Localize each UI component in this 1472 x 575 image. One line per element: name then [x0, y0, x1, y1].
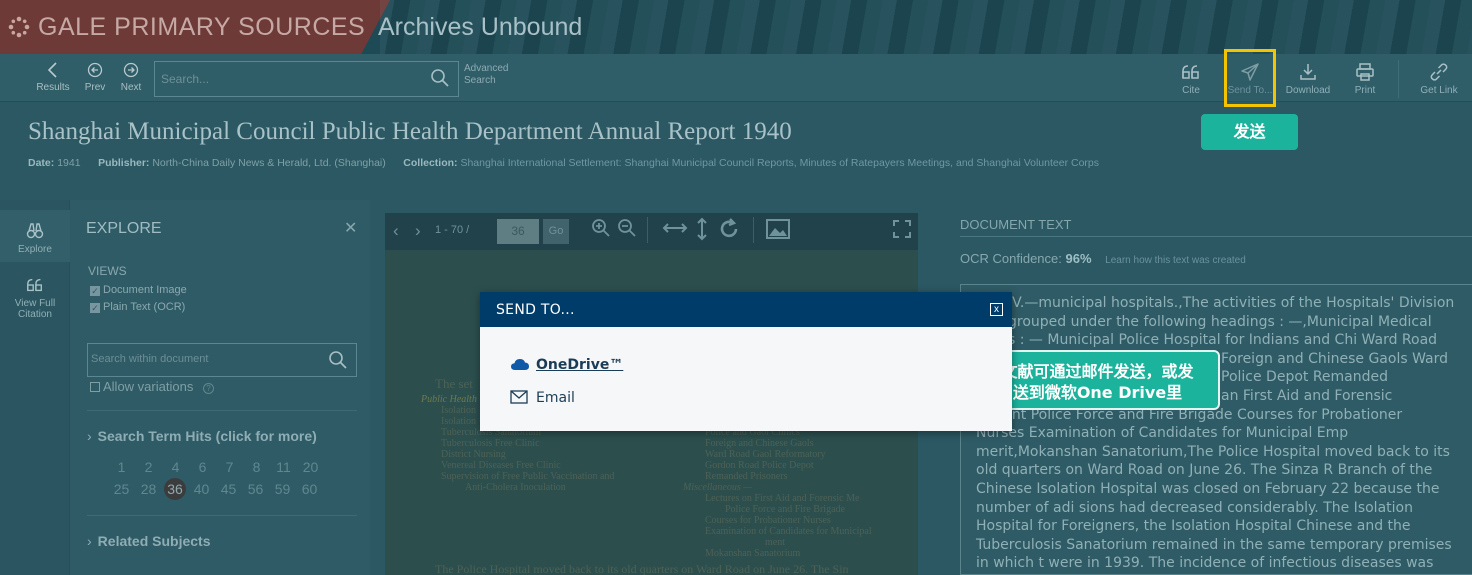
print-button[interactable]: Print — [1350, 62, 1380, 96]
page-number-input[interactable]: 36 — [497, 219, 539, 244]
checkbox-checked-icon: ✓ — [90, 286, 100, 296]
hit-page[interactable]: 7 — [216, 456, 243, 478]
page-range: 1 - 70 / — [435, 224, 470, 236]
dialog-header: SEND TO... x — [480, 292, 1012, 327]
hit-page[interactable]: 60 — [296, 478, 323, 500]
document-text-body: IV.—municipal hospitals.,The activities … — [976, 295, 1455, 572]
printer-icon — [1350, 62, 1380, 82]
product-name[interactable]: Archives Unbound — [378, 13, 582, 42]
prev-page-icon[interactable]: ‹ — [393, 221, 399, 241]
search-within-box — [87, 343, 357, 377]
hit-page[interactable]: 45 — [215, 478, 242, 500]
close-icon[interactable]: x — [990, 303, 1003, 316]
go-button[interactable]: Go — [543, 219, 569, 244]
document-text-heading: DOCUMENT TEXT — [960, 217, 1072, 232]
search-input[interactable] — [161, 69, 411, 89]
hit-page[interactable]: 2 — [135, 456, 162, 478]
hit-page[interactable]: 6 — [189, 456, 216, 478]
ocr-confidence: OCR Confidence: 96% Learn how this text … — [960, 251, 1246, 266]
send-annotation-badge: 发送 — [1201, 114, 1298, 150]
fit-height-icon[interactable] — [695, 217, 709, 246]
collection-link[interactable]: Shanghai International Settlement: Shang… — [460, 157, 1099, 169]
brand-bar: GALE PRIMARY SOURCES Archives Unbound — [0, 0, 1472, 54]
hit-page[interactable]: 20 — [297, 456, 324, 478]
search-term-hits-toggle[interactable]: › Search Term Hits (click for more) — [87, 428, 317, 444]
fit-width-icon[interactable] — [662, 218, 688, 243]
hit-page[interactable]: 11 — [270, 456, 297, 478]
views-label: VIEWS — [88, 264, 127, 278]
results-button[interactable]: Results — [34, 62, 72, 93]
prev-button[interactable]: Prev — [82, 62, 108, 93]
view-plain-text[interactable]: ✓ Plain Text (OCR) — [90, 301, 185, 313]
link-icon — [1416, 62, 1462, 82]
fullscreen-icon[interactable] — [893, 220, 911, 243]
cite-button[interactable]: Cite — [1176, 62, 1206, 96]
search-box — [154, 61, 459, 97]
onedrive-option[interactable]: OneDrive™ — [510, 357, 623, 375]
dialog-title: SEND TO... — [496, 302, 575, 318]
results-label: Results — [36, 82, 70, 93]
quote-icon — [1176, 62, 1206, 82]
dialog-body — [480, 327, 1012, 431]
chevron-left-icon — [34, 62, 72, 82]
explore-title: EXPLORE — [86, 220, 162, 237]
send-to-dialog: SEND TO... x OneDrive™ Email — [480, 292, 1012, 431]
next-label: Next — [120, 82, 142, 93]
get-link-button[interactable]: Get Link — [1416, 62, 1462, 96]
search-icon[interactable] — [328, 350, 348, 370]
download-icon — [1282, 62, 1334, 82]
ocr-info-link[interactable]: Learn how this text was created — [1105, 255, 1246, 266]
hit-page[interactable]: 4 — [162, 456, 189, 478]
binoculars-icon — [0, 222, 70, 244]
hit-page[interactable]: 25 — [108, 478, 135, 500]
allow-variations-checkbox[interactable]: Allow variations ? — [90, 379, 214, 394]
document-title: Shanghai Municipal Council Public Health… — [28, 118, 792, 145]
send-to-highlight — [1224, 49, 1276, 107]
search-hits-list: 1 2 4 6 7 8 11 20 25 28 36 40 45 56 59 60 — [108, 456, 348, 500]
close-icon[interactable]: ✕ — [344, 218, 357, 238]
hit-page-current[interactable]: 36 — [164, 478, 186, 500]
zoom-out-icon[interactable] — [617, 218, 637, 243]
document-metadata: Date: 1941 Publisher: North-China Daily … — [28, 157, 1100, 169]
download-button[interactable]: Download — [1282, 62, 1334, 96]
app-root: GALE PRIMARY SOURCES Archives Unbound Re… — [0, 0, 1472, 575]
hit-page[interactable]: 40 — [188, 478, 215, 500]
hit-page[interactable]: 56 — [242, 478, 269, 500]
next-arrow-icon — [117, 62, 145, 82]
hit-page[interactable]: 1 — [108, 456, 135, 478]
hit-page[interactable]: 59 — [269, 478, 296, 500]
chevron-right-icon: › — [87, 533, 92, 549]
hit-page[interactable]: 28 — [135, 478, 162, 500]
prev-label: Prev — [84, 82, 106, 93]
toolbar-divider — [1398, 60, 1399, 98]
explore-panel: EXPLORE ✕ VIEWS ✓ Document Image ✓ Plain T… — [70, 200, 370, 575]
help-icon[interactable]: ? — [202, 383, 214, 394]
image-icon[interactable] — [766, 219, 790, 244]
quote-icon — [0, 276, 70, 298]
brand-name[interactable]: GALE PRIMARY SOURCES — [38, 13, 365, 42]
advanced-search-link[interactable]: Advanced Search — [464, 63, 508, 87]
rail-explore[interactable]: Explore — [0, 210, 70, 262]
next-button[interactable]: Next — [117, 62, 145, 93]
view-document-image[interactable]: ✓ Document Image — [90, 284, 187, 296]
rotate-icon[interactable] — [717, 217, 741, 246]
rail-view-full-citation[interactable]: View Full Citation — [0, 272, 70, 328]
related-subjects-toggle[interactable]: › Related Subjects — [87, 533, 211, 549]
next-page-icon[interactable]: › — [415, 221, 421, 241]
hit-page[interactable]: 8 — [243, 456, 270, 478]
search-within-input[interactable] — [91, 353, 311, 365]
viewer-toolbar: ‹ › 1 - 70 / — [385, 213, 918, 250]
chevron-right-icon: › — [87, 428, 92, 444]
envelope-icon — [510, 390, 530, 408]
gale-logo-icon[interactable] — [6, 14, 32, 40]
search-icon[interactable] — [430, 68, 450, 88]
zoom-in-icon[interactable] — [591, 218, 611, 243]
cloud-icon — [510, 357, 530, 375]
email-option[interactable]: Email — [510, 390, 575, 408]
prev-arrow-icon — [82, 62, 108, 82]
checkbox-checked-icon: ✓ — [90, 303, 100, 313]
